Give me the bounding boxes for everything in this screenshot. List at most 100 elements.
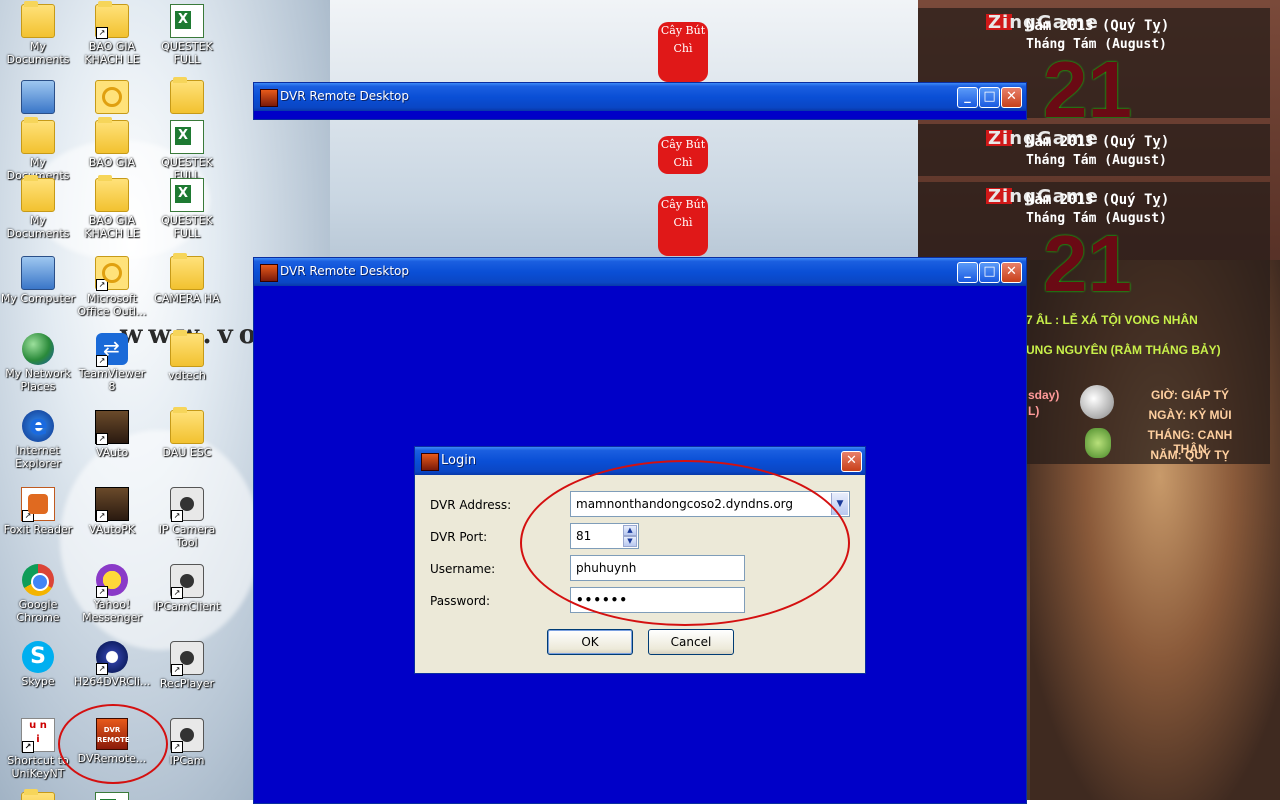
- desktop-icon-questek-ghost[interactable]: QUESTEK FULL: [149, 120, 225, 182]
- documents-folder-icon: [21, 175, 55, 212]
- calendar-day: 21: [1043, 45, 1132, 119]
- desktop-icon-my-computer-ghost[interactable]: [0, 80, 76, 114]
- desktop-icon-ipcamclient[interactable]: ↗ IPCamClient: [149, 564, 225, 613]
- calendar-hour: GIỜ: GIÁP TÝ: [1150, 388, 1230, 402]
- calendar-day: 21: [1043, 219, 1132, 308]
- folder-icon: [95, 175, 129, 212]
- teamviewer-icon: ↗: [96, 333, 128, 367]
- calendar-year: Năm 2013 (Quý Tỵ): [1026, 134, 1170, 150]
- desktop-icon-my-documents-ghost[interactable]: My Documents: [0, 117, 76, 182]
- desktop-icon-h264dvr[interactable]: ↗ H264DVRCli...: [74, 641, 150, 688]
- shortcut-arrow-icon: ↗: [96, 279, 108, 291]
- shortcut-arrow-icon: ↗: [171, 741, 183, 753]
- network-places-icon: [22, 333, 54, 365]
- skype-icon: [22, 641, 54, 673]
- desktop-icon-partial[interactable]: [74, 792, 150, 800]
- vautopk-icon: ↗: [95, 487, 129, 522]
- background-stamp: Cây Bút Chì: [658, 136, 708, 174]
- desktop-icon-questek[interactable]: QUESTEK FULL: [149, 178, 225, 240]
- shortcut-arrow-icon: ↗: [96, 355, 108, 367]
- shortcut-arrow-icon: ↗: [96, 663, 108, 675]
- maximize-button[interactable]: □: [979, 262, 1000, 283]
- window-titlebar[interactable]: DVR Remote Desktop _ □ ✕: [254, 258, 1026, 286]
- maximize-button[interactable]: □: [979, 87, 1000, 108]
- folder-icon: [170, 407, 204, 444]
- ok-button[interactable]: OK: [547, 629, 633, 655]
- desktop-icon-my-documents[interactable]: My Documents: [0, 1, 76, 66]
- desktop-icon-outlook[interactable]: ↗ Microsoft Office Outl...: [74, 256, 150, 318]
- desktop-icon-questek[interactable]: QUESTEK FULL: [149, 4, 225, 66]
- excel-file-icon: [95, 792, 129, 800]
- minimize-button[interactable]: _: [957, 87, 978, 108]
- desktop-icon-recplayer[interactable]: ↗ RecPlayer: [149, 641, 225, 690]
- desktop-icon-yahoo-messenger[interactable]: ↗ Yahoo! Messenger: [74, 564, 150, 624]
- shortcut-arrow-icon: ↗: [171, 510, 183, 522]
- dvr-remote-window-ghost: DVR Remote Desktop _ □ ✕: [253, 82, 1027, 120]
- desktop-icon-google-chrome[interactable]: Google Chrome: [0, 564, 76, 624]
- folder-icon: [170, 77, 204, 114]
- dvr-address-label: DVR Address:: [430, 498, 512, 512]
- desktop-icon-skype[interactable]: Skype: [0, 641, 76, 688]
- moon-phase-icon: [1080, 385, 1114, 419]
- folder-icon: [21, 789, 55, 800]
- ipcam-icon: ↗: [170, 718, 204, 753]
- desktop-icon-camera-ha[interactable]: CAMERA HA: [149, 253, 225, 305]
- documents-folder-icon: [21, 1, 55, 38]
- dvr-app-icon: [421, 453, 439, 471]
- chrome-icon: [22, 564, 54, 596]
- zodiac-goat-icon: [1085, 428, 1111, 458]
- minimize-button[interactable]: _: [957, 262, 978, 283]
- calendar-month: Tháng Tám (August): [1026, 153, 1167, 168]
- desktop-icon-bao-gia[interactable]: ↗ BAO GIA KHACH LE: [74, 1, 150, 66]
- desktop-icon-camera-ghost[interactable]: [149, 77, 225, 114]
- desktop-icon-dau-esc[interactable]: DAU ESC: [149, 407, 225, 459]
- desktop-icon-vautopk[interactable]: ↗ VAutoPK: [74, 487, 150, 536]
- desktop-icon-bao-gia[interactable]: BAO GIA KHACH LE: [74, 175, 150, 240]
- shortcut-arrow-icon: ↗: [96, 510, 108, 522]
- close-button[interactable]: ✕: [1001, 87, 1022, 108]
- calendar-year: Năm 2013 (Quý Tỵ): [1026, 18, 1170, 34]
- yahoo-messenger-icon: ↗: [96, 564, 128, 598]
- ipcamclient-icon: ↗: [170, 564, 204, 599]
- desktop-icon-outlook-ghost[interactable]: [74, 80, 150, 114]
- desktop-icon-my-computer[interactable]: My Computer: [0, 256, 76, 305]
- cancel-button[interactable]: Cancel: [648, 629, 734, 655]
- computer-icon: [21, 256, 55, 290]
- desktop-icon-teamviewer[interactable]: ↗TeamViewer 8: [74, 333, 150, 393]
- documents-folder-icon: [21, 117, 55, 154]
- desktop-icon-partial[interactable]: [0, 789, 76, 800]
- internet-explorer-icon: [22, 408, 54, 442]
- window-titlebar[interactable]: DVR Remote Desktop _ □ ✕: [254, 83, 1026, 111]
- calendar-weekday: sday): [1028, 388, 1060, 402]
- desktop-icon-network-places[interactable]: My Network Places: [0, 333, 76, 393]
- h264dvr-icon: ↗: [96, 641, 128, 675]
- calendar-event: 7 ÂL : LỄ XÁ TỘI VONG NHÂN: [1026, 313, 1198, 327]
- dialog-title: Login: [441, 453, 477, 468]
- desktop-icon-vdtech[interactable]: vdtech: [149, 330, 225, 382]
- desktop-icon-my-documents[interactable]: My Documents: [0, 175, 76, 240]
- window-title: DVR Remote Desktop: [280, 89, 409, 103]
- close-button[interactable]: ✕: [1001, 262, 1022, 283]
- desktop-icon-ip-camera-tool[interactable]: ↗ IP Camera Tool: [149, 487, 225, 549]
- calendar-year-cycle: NĂM: QUÝ TỴ: [1150, 448, 1230, 462]
- annotation-ring-login-fields: [520, 460, 850, 626]
- outlook-icon: [95, 80, 129, 114]
- calendar-widget: ZingGame Năm 2013 (Quý Tỵ) Tháng Tám (Au…: [918, 124, 1270, 176]
- shortcut-arrow-icon: ↗: [96, 433, 108, 445]
- vauto-icon: ↗: [95, 410, 129, 445]
- outlook-icon: ↗: [95, 256, 129, 291]
- desktop-icon-foxit-reader[interactable]: ↗ Foxit Reader: [0, 487, 76, 536]
- ip-camera-tool-icon: ↗: [170, 487, 204, 522]
- background-stamp: Cây Bút Chì: [658, 196, 708, 256]
- desktop-icon-vauto[interactable]: ↗ VAuto: [74, 410, 150, 459]
- calendar-event: UNG NGUYÊN (RẰM THÁNG BẢY): [1026, 343, 1221, 357]
- unikey-icon: u n i ↗: [21, 718, 55, 753]
- recplayer-icon: ↗: [170, 641, 204, 676]
- excel-file-icon: [170, 178, 204, 212]
- window-title: DVR Remote Desktop: [280, 264, 409, 278]
- close-button[interactable]: ✕: [841, 451, 862, 472]
- foxit-reader-icon: ↗: [21, 487, 55, 522]
- shortcut-arrow-icon: ↗: [22, 741, 34, 753]
- desktop-icon-bao-gia-ghost[interactable]: BAO GIA KHACH LE: [74, 117, 150, 169]
- desktop-icon-internet-explorer[interactable]: Internet Explorer: [0, 408, 76, 470]
